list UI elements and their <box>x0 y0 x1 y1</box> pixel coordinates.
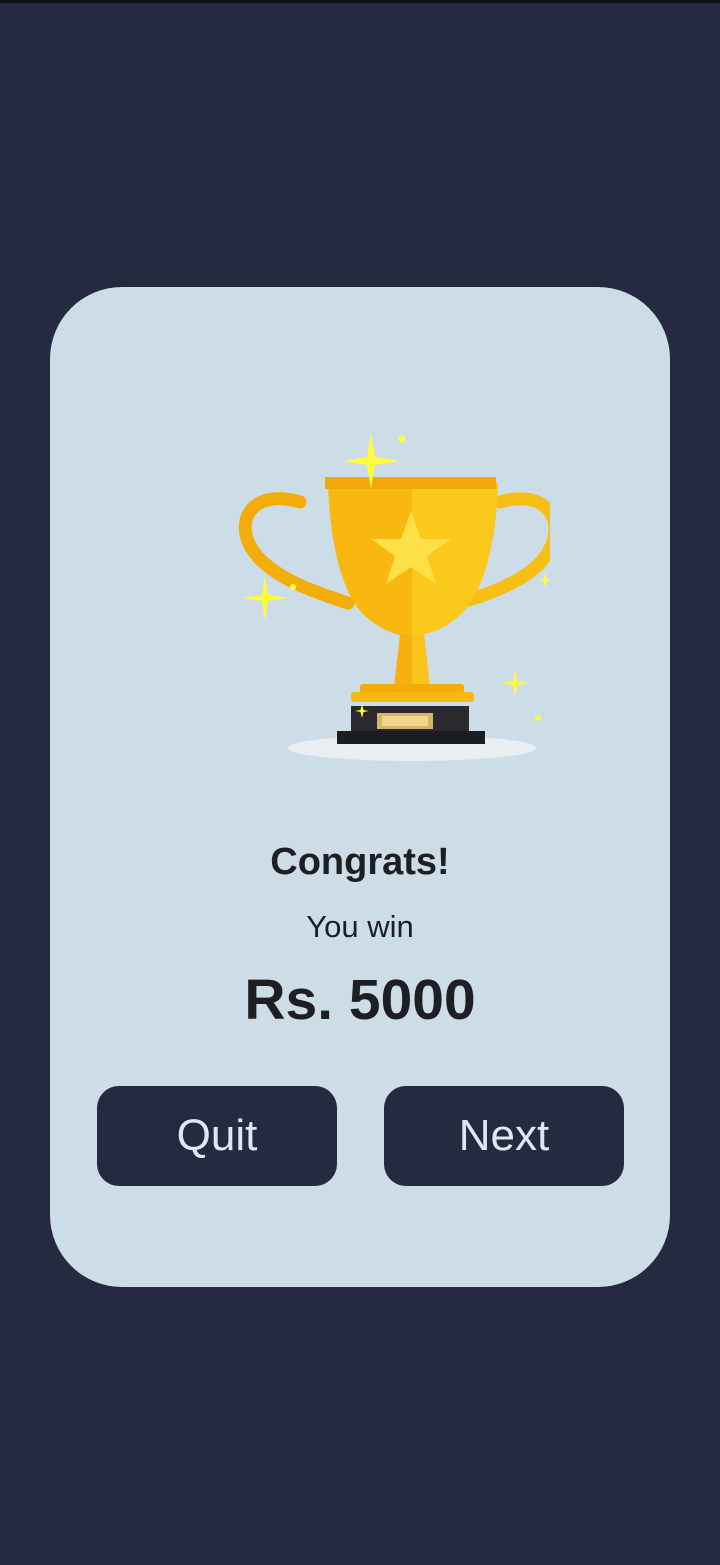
trophy-icon <box>238 433 550 761</box>
win-subtitle: You win <box>306 909 414 944</box>
quit-button[interactable]: Quit <box>97 1086 337 1186</box>
result-card: Congrats! You win Rs. 5000 Quit Next <box>50 287 670 1287</box>
status-bar-edge <box>0 0 720 3</box>
congrats-title: Congrats! <box>270 841 450 883</box>
next-button[interactable]: Next <box>384 1086 624 1186</box>
prize-amount: Rs. 5000 <box>244 968 476 1032</box>
